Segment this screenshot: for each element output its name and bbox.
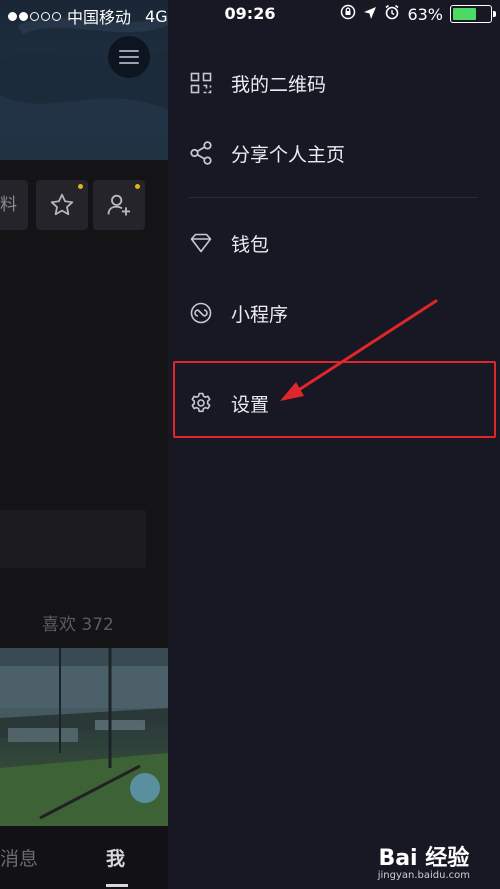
battery-percent: 63% [407,4,443,24]
alarm-icon [384,4,400,24]
baidu-jingyan-watermark: Bai 经验 jingyan.baidu.com [378,840,470,881]
watermark-site: jingyan.baidu.com [377,870,470,881]
location-icon [363,5,377,24]
status-right: 63% [340,4,496,24]
status-bar: 中国移动 4G 09:26 63% [0,0,500,30]
watermark-logo: Bai 经验 [378,846,470,871]
battery-icon [450,5,496,23]
arrow-annotation-icon [280,299,438,401]
orientation-lock-icon [340,4,356,24]
